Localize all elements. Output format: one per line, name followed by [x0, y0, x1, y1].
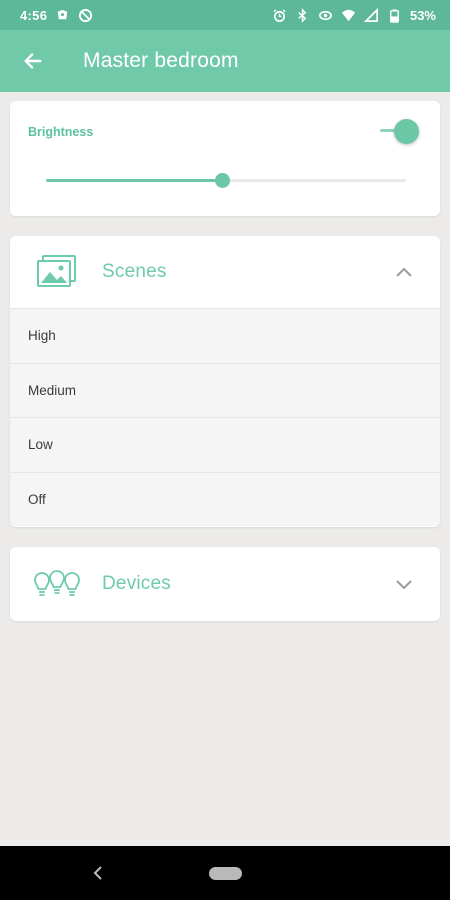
status-right: 53%: [272, 7, 436, 23]
status-time: 4:56: [20, 7, 48, 23]
brightness-toggle[interactable]: [378, 119, 420, 145]
scene-item-off[interactable]: Off: [10, 471, 440, 526]
scene-list: High Medium Low Off: [10, 308, 440, 526]
back-button[interactable]: [0, 30, 66, 92]
app-bar: Master bedroom: [0, 30, 450, 92]
slider-thumb[interactable]: [215, 173, 231, 188]
status-left: 4:56: [20, 8, 93, 23]
devices-header[interactable]: Devices: [10, 547, 440, 621]
devices-card: Devices: [10, 547, 440, 621]
light-bulbs-icon: [30, 564, 84, 604]
scenes-card: Scenes High Medium Low Off: [10, 236, 440, 527]
slider-fill: [46, 179, 223, 182]
notification-icon: [55, 8, 70, 23]
signal-icon: [363, 7, 379, 23]
scene-item-medium[interactable]: Medium: [10, 362, 440, 417]
scenes-icon: [34, 252, 80, 292]
toggle-thumb: [394, 119, 419, 144]
nav-home-button[interactable]: [209, 867, 242, 880]
scene-item-low[interactable]: Low: [10, 417, 440, 472]
alarm-icon: [272, 8, 287, 23]
brightness-slider[interactable]: [46, 173, 406, 189]
brightness-label: Brightness: [28, 125, 94, 139]
status-bar: 4:56 53%: [0, 0, 450, 30]
arrow-left-icon: [24, 53, 42, 69]
scenes-title: Scenes: [102, 261, 167, 282]
vibrate-icon: [318, 8, 333, 23]
no-sync-icon: [78, 8, 93, 23]
page-title: Master bedroom: [83, 49, 239, 72]
scene-item-high[interactable]: High: [10, 308, 440, 363]
bluetooth-icon: [295, 7, 310, 23]
battery-percentage: 53%: [409, 7, 436, 23]
navigation-bar: [0, 846, 450, 900]
chevron-up-icon: [394, 262, 414, 282]
wifi-icon: [341, 8, 356, 23]
scenes-header[interactable]: Scenes: [10, 236, 440, 308]
chevron-down-icon: [394, 574, 414, 594]
nav-back-button[interactable]: [88, 863, 108, 883]
battery-icon: [387, 8, 402, 23]
brightness-card: Brightness: [10, 101, 440, 216]
devices-title: Devices: [102, 573, 171, 594]
